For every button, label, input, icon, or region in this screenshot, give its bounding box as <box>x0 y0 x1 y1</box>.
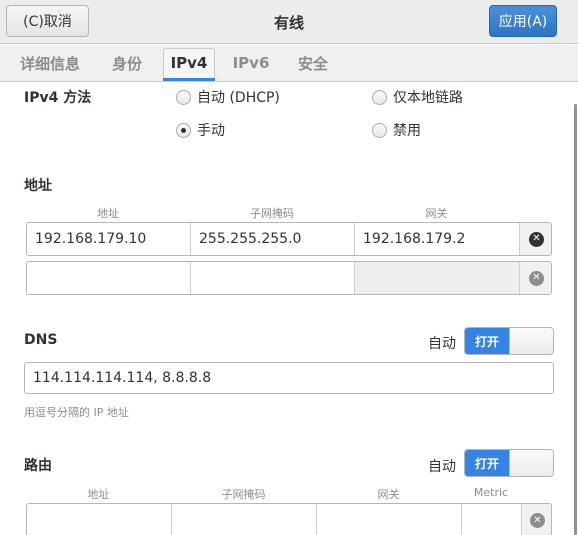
addresses-section-label: 地址 <box>24 178 52 194</box>
radio-label: 自动 (DHCP) <box>197 90 280 106</box>
netmask-input[interactable]: 255.255.255.0 <box>191 223 355 255</box>
clear-circle-icon: ✕ <box>530 513 545 528</box>
switch-on-label: 打开 <box>465 450 509 476</box>
tab-bar: 详细信息 身份 IPv4 IPv6 安全 <box>0 45 578 82</box>
gateway-input[interactable]: 192.168.179.2 <box>355 223 520 255</box>
radio-method-manual[interactable]: 手动 <box>176 120 225 140</box>
routes-auto-switch[interactable]: 打开 <box>464 449 554 477</box>
switch-knob <box>509 328 553 354</box>
address-input[interactable] <box>27 262 191 294</box>
route-row: ✕ <box>26 503 552 535</box>
route-metric-input[interactable] <box>462 504 522 535</box>
delete-address-button[interactable]: ✕ <box>520 262 551 294</box>
dns-servers-input[interactable]: 114.114.114.114, 8.8.8.8 <box>24 362 554 394</box>
radio-dot <box>176 89 191 105</box>
col-header-address: 地址 <box>97 207 119 220</box>
ipv4-method-label: IPv4 方法 <box>24 90 92 106</box>
clear-circle-icon: ✕ <box>529 270 544 286</box>
route-address-input[interactable] <box>27 504 172 535</box>
tab-ipv4[interactable]: IPv4 <box>163 45 215 81</box>
netmask-input[interactable] <box>191 262 355 294</box>
address-row-empty: ✕ <box>26 261 552 295</box>
route-col-header-gateway: 网关 <box>377 488 400 501</box>
route-gateway-input[interactable] <box>317 504 462 535</box>
route-col-header-address: 地址 <box>87 488 110 501</box>
radio-method-link-local[interactable]: 仅本地链路 <box>372 87 463 107</box>
clear-circle-icon: ✕ <box>529 231 544 247</box>
radio-method-dhcp[interactable]: 自动 (DHCP) <box>176 87 280 107</box>
col-header-netmask: 子网掩码 <box>250 207 294 220</box>
switch-knob <box>509 450 553 476</box>
route-col-header-metric: Metric <box>473 486 509 499</box>
dns-auto-label: 自动 <box>428 336 456 352</box>
radio-dot-checked <box>176 122 191 138</box>
radio-label: 手动 <box>197 123 225 139</box>
tab-identity[interactable]: 身份 <box>104 45 150 81</box>
col-header-gateway: 网关 <box>425 207 448 220</box>
radio-method-disabled[interactable]: 禁用 <box>372 120 421 140</box>
delete-route-button[interactable]: ✕ <box>522 504 551 535</box>
vertical-scrollbar[interactable] <box>574 104 577 535</box>
routes-section-label: 路由 <box>24 458 52 474</box>
route-netmask-input[interactable] <box>172 504 317 535</box>
radio-dot <box>372 122 387 138</box>
address-input[interactable]: 192.168.179.10 <box>27 223 191 255</box>
radio-label: 禁用 <box>393 123 421 139</box>
address-row: 192.168.179.10 255.255.255.0 192.168.179… <box>26 222 552 256</box>
dns-section-label: DNS <box>24 332 58 348</box>
route-col-header-netmask: 子网掩码 <box>221 488 266 501</box>
header-bar: (C)取消 有线 应用(A) <box>0 0 578 44</box>
delete-address-button[interactable]: ✕ <box>520 223 551 255</box>
tab-ipv6[interactable]: IPv6 <box>230 45 272 81</box>
radio-label: 仅本地链路 <box>393 90 463 106</box>
routes-auto-label: 自动 <box>428 459 456 475</box>
dns-auto-switch[interactable]: 打开 <box>464 327 554 355</box>
apply-button[interactable]: 应用(A) <box>489 5 557 37</box>
tab-details[interactable]: 详细信息 <box>12 45 88 81</box>
switch-on-label: 打开 <box>465 328 509 354</box>
gateway-input[interactable] <box>355 262 520 294</box>
dns-hint: 用逗号分隔的 IP 地址 <box>24 406 129 419</box>
radio-dot <box>372 89 387 105</box>
tab-security[interactable]: 安全 <box>291 45 335 81</box>
